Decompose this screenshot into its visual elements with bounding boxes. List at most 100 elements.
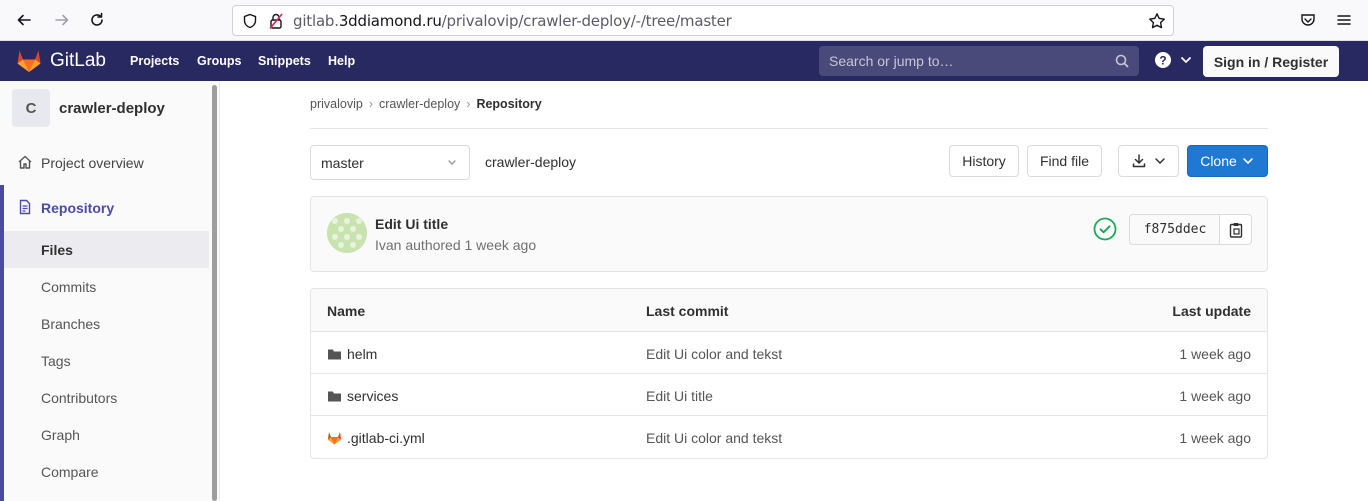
gitlab-header: GitLab Projects Groups Snippets Help Sea… <box>0 41 1368 81</box>
sidebar-subitem-contributors[interactable]: Contributors <box>4 379 209 416</box>
sidebar-item-project-overview[interactable]: Project overview <box>0 145 210 181</box>
project-avatar[interactable]: C <box>12 89 50 127</box>
chevron-down-icon <box>447 156 457 173</box>
folder-icon <box>327 390 342 403</box>
menu-icon[interactable] <box>1332 8 1356 32</box>
sidebar-project-header[interactable]: C crawler-deploy <box>12 89 165 127</box>
chevron-down-icon <box>1181 57 1192 63</box>
forward-arrow-icon[interactable] <box>50 8 74 32</box>
browser-toolbar: gitlab.3ddiamond.ru/privalovip/crawler-d… <box>0 0 1368 41</box>
folder-icon <box>327 348 342 361</box>
sidebar-subitem-branches[interactable]: Branches <box>4 305 209 342</box>
breadcrumb-namespace[interactable]: privalovip <box>310 97 363 111</box>
project-sidebar: C crawler-deploy Project overview Reposi… <box>0 81 220 501</box>
sidebar-subitem-commits[interactable]: Commits <box>4 268 209 305</box>
column-name-header: Name <box>327 303 366 319</box>
table-row[interactable]: helm Edit Ui color and tekst 1 week ago <box>311 332 1267 374</box>
copy-sha-button[interactable] <box>1219 214 1252 245</box>
file-name[interactable]: services <box>347 388 398 404</box>
clone-label: Clone <box>1200 153 1237 169</box>
breadcrumb-chevron-icon: › <box>466 97 471 111</box>
clone-button[interactable]: Clone <box>1187 145 1268 177</box>
sign-in-button[interactable]: Sign in / Register <box>1203 46 1339 77</box>
chevron-down-icon <box>1242 158 1253 165</box>
pocket-icon[interactable] <box>1296 8 1320 32</box>
clipboard-icon <box>1229 222 1242 238</box>
gitlab-logo[interactable]: GitLab <box>16 49 106 73</box>
sidebar-subitem-tags[interactable]: Tags <box>4 342 209 379</box>
last-commit-box: Edit Ui title Ivan authored 1 week ago f… <box>310 196 1268 272</box>
history-button[interactable]: History <box>949 145 1019 177</box>
nav-snippets[interactable]: Snippets <box>258 54 311 68</box>
sidebar-subitem-graph[interactable]: Graph <box>4 416 209 453</box>
reload-icon[interactable] <box>85 8 109 32</box>
repo-path[interactable]: crawler-deploy <box>485 154 576 170</box>
bookmark-star-icon[interactable] <box>1148 12 1166 35</box>
last-commit-message[interactable]: Edit Ui title <box>646 388 713 404</box>
commit-title[interactable]: Edit Ui title <box>375 216 448 232</box>
sidebar-subitem-label: Tags <box>41 352 71 369</box>
breadcrumb-divider <box>310 128 1268 129</box>
home-icon <box>17 154 33 173</box>
chevron-down-icon <box>1154 158 1165 165</box>
tanuki-icon <box>17 50 41 72</box>
table-header: Name Last commit Last update <box>311 289 1267 332</box>
last-update: 1 week ago <box>1179 388 1251 404</box>
sidebar-subitem-label: Contributors <box>41 389 118 406</box>
file-name-cell[interactable]: services <box>327 388 398 404</box>
file-tree-table: Name Last commit Last update helm Edit U… <box>310 288 1268 459</box>
gitlab-wordmark[interactable]: GitLab <box>50 50 106 72</box>
sidebar-item-label: Project overview <box>41 155 144 171</box>
breadcrumb-chevron-icon: › <box>368 97 373 111</box>
breadcrumb-project[interactable]: crawler-deploy <box>379 97 460 111</box>
file-name[interactable]: helm <box>347 346 377 362</box>
sidebar-subitem-label: Branches <box>41 315 101 332</box>
commit-sha[interactable]: f875ddec <box>1129 214 1220 245</box>
pipeline-passed-icon[interactable] <box>1093 217 1117 246</box>
branch-name: master <box>321 155 364 171</box>
nav-projects[interactable]: Projects <box>130 54 179 68</box>
nav-help[interactable]: Help <box>328 54 355 68</box>
url-text[interactable]: gitlab.3ddiamond.ru/privalovip/crawler-d… <box>293 12 732 30</box>
search-input[interactable]: Search or jump to… <box>819 46 1139 76</box>
sidebar-subitem-label: Graph <box>41 426 80 443</box>
download-icon <box>1132 154 1145 168</box>
column-last-commit-header: Last commit <box>646 303 729 319</box>
find-file-button[interactable]: Find file <box>1027 145 1102 177</box>
question-circle-icon: ? <box>1155 52 1171 68</box>
search-icon <box>1115 54 1129 73</box>
branch-select[interactable]: master <box>310 145 470 180</box>
file-name-cell[interactable]: helm <box>327 346 377 362</box>
column-last-update-header: Last update <box>1172 303 1251 319</box>
sidebar-item-label: Repository <box>41 200 115 216</box>
shield-icon[interactable] <box>242 13 258 34</box>
back-arrow-icon[interactable] <box>12 8 36 32</box>
help-dropdown[interactable]: ? <box>1154 51 1192 74</box>
sidebar-subitem-compare[interactable]: Compare <box>4 453 209 490</box>
nav-groups[interactable]: Groups <box>197 54 241 68</box>
sidebar-subitem-files[interactable]: Files <box>4 231 209 268</box>
file-name[interactable]: .gitlab-ci.yml <box>347 430 425 446</box>
last-commit-message[interactable]: Edit Ui color and tekst <box>646 430 782 446</box>
download-dropdown-button[interactable] <box>1118 145 1179 177</box>
sidebar-item-repository[interactable]: Repository <box>0 190 210 226</box>
gitlab-ci-file-icon <box>327 431 342 445</box>
sidebar-scrollbar[interactable] <box>212 85 217 501</box>
svg-text:?: ? <box>1159 54 1166 68</box>
breadcrumb-current[interactable]: Repository <box>476 97 541 111</box>
sidebar-subitem-label: Compare <box>41 463 99 480</box>
table-row[interactable]: services Edit Ui title 1 week ago <box>311 374 1267 416</box>
project-name[interactable]: crawler-deploy <box>59 100 165 117</box>
last-commit-message[interactable]: Edit Ui color and tekst <box>646 346 782 362</box>
avatar[interactable] <box>327 213 367 253</box>
insecure-lock-icon[interactable] <box>268 12 284 35</box>
search-placeholder: Search or jump to… <box>829 53 954 69</box>
file-name-cell[interactable]: .gitlab-ci.yml <box>327 430 425 446</box>
commit-meta: Ivan authored 1 week ago <box>375 237 537 253</box>
sidebar-subitem-label: Files <box>41 241 73 258</box>
table-row[interactable]: .gitlab-ci.yml Edit Ui color and tekst 1… <box>311 416 1267 458</box>
last-update: 1 week ago <box>1179 346 1251 362</box>
document-icon <box>17 199 33 218</box>
address-bar[interactable]: gitlab.3ddiamond.ru/privalovip/crawler-d… <box>232 5 1174 36</box>
breadcrumb: privalovip › crawler-deploy › Repository <box>310 97 542 111</box>
